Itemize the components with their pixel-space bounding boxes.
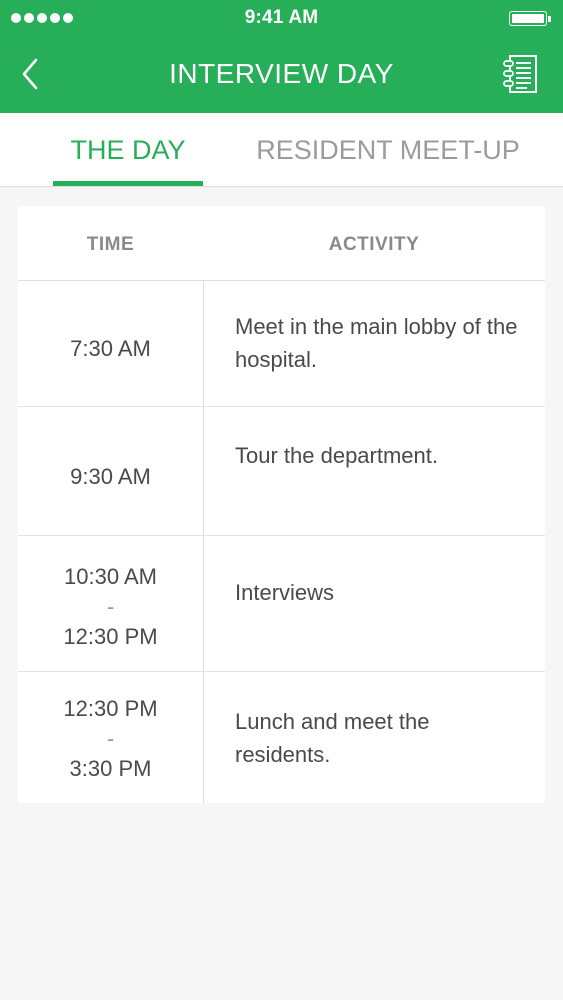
table-row: 10:30 AM - 12:30 PM Interviews	[18, 536, 545, 672]
document-list-icon	[503, 55, 537, 93]
time-separator: -	[106, 726, 115, 751]
time-end: 12:30 PM	[63, 624, 158, 649]
schedule-table: TIME ACTIVITY 7:30 AM Meet in the main l…	[18, 206, 545, 803]
time-start: 12:30 PM	[63, 696, 158, 721]
time-separator: -	[106, 594, 115, 619]
app-header: 9:41 AM INTERVIEW DAY	[0, 0, 563, 113]
activity-cell: Tour the department.	[235, 443, 439, 468]
tab-the-day[interactable]: THE DAY	[53, 113, 203, 186]
table-row: 7:30 AM Meet in the main lobby of the ho…	[18, 281, 545, 407]
activity-cell: Meet in the main lobby of the hospital.	[235, 314, 518, 372]
table-row: 12:30 PM - 3:30 PM Lunch and meet the re…	[18, 672, 545, 803]
time-cell: 7:30 AM	[18, 334, 203, 364]
time-cell: 10:30 AM - 12:30 PM	[18, 562, 203, 652]
time-start: 9:30 AM	[70, 464, 151, 489]
time-start: 7:30 AM	[70, 336, 151, 361]
activity-cell: Lunch and meet the residents.	[235, 709, 430, 767]
active-tab-indicator	[53, 181, 203, 186]
column-header-time: TIME	[86, 234, 135, 255]
document-button[interactable]	[501, 54, 539, 94]
activity-cell: Interviews	[235, 580, 335, 605]
table-row: 9:30 AM Tour the department.	[18, 407, 545, 536]
status-bar: 9:41 AM	[0, 0, 563, 38]
table-header: TIME ACTIVITY	[18, 206, 545, 281]
time-start: 10:30 AM	[64, 564, 157, 589]
tab-bar: THE DAY RESIDENT MEET-UP	[0, 113, 563, 187]
time-end: 3:30 PM	[69, 756, 152, 781]
column-header-activity: ACTIVITY	[328, 234, 420, 255]
tab-resident-meet-up[interactable]: RESIDENT MEET-UP	[248, 113, 528, 186]
status-time: 9:41 AM	[244, 7, 319, 28]
page-title: INTERVIEW DAY	[169, 58, 394, 89]
time-cell: 12:30 PM - 3:30 PM	[18, 694, 203, 784]
battery-icon	[509, 11, 551, 26]
time-cell: 9:30 AM	[18, 462, 203, 492]
